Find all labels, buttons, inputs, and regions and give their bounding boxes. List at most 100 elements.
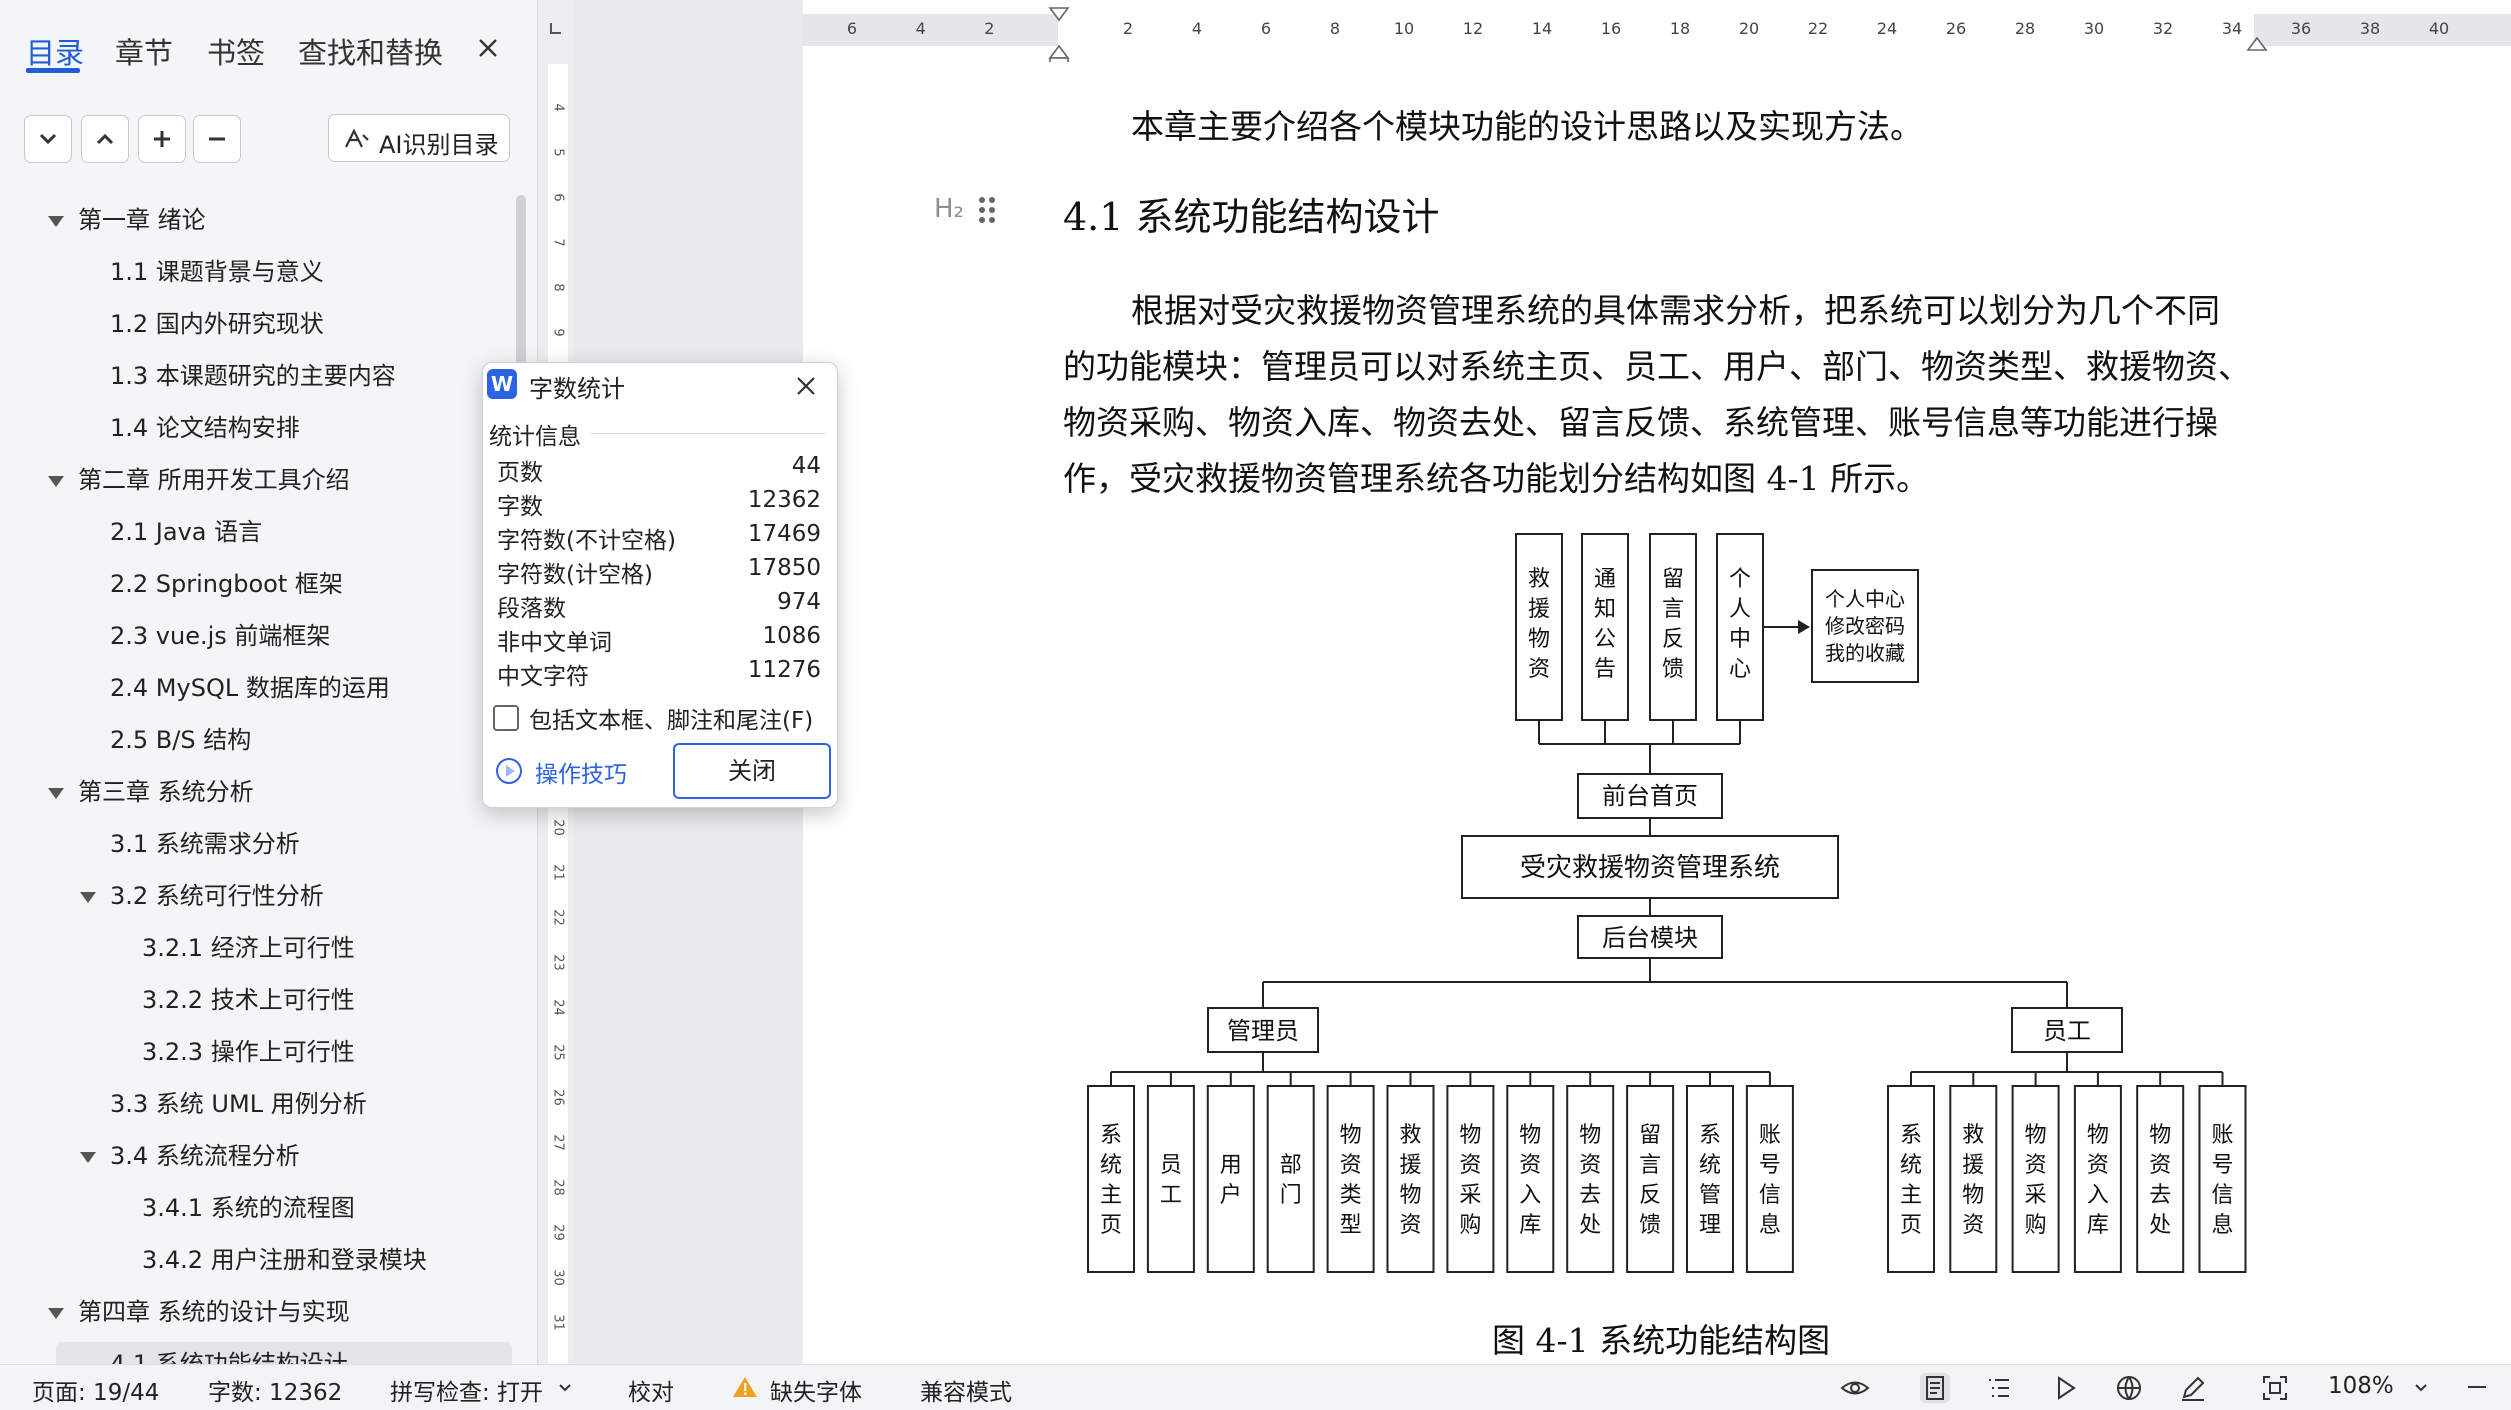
toc-item-label: 3.4.2 用户注册和登录模块: [142, 1246, 427, 1274]
stat-row: 段落数 974: [497, 589, 821, 623]
tab-bookmarks[interactable]: 书签: [207, 30, 265, 72]
toc-item[interactable]: 2.1 Java 语言: [0, 510, 512, 562]
toc-item-label: 1.1 课题背景与意义: [110, 258, 324, 286]
tab-chapters[interactable]: 章节: [115, 30, 173, 72]
ruler-number: 27: [550, 1134, 566, 1151]
pen-icon[interactable]: [2178, 1373, 2208, 1403]
toc-item[interactable]: 第二章 所用开发工具介绍: [0, 458, 512, 510]
toc-item[interactable]: 1.2 国内外研究现状: [0, 302, 512, 354]
toc-item[interactable]: 2.5 B/S 结构: [0, 718, 512, 770]
remove-heading-button[interactable]: [193, 115, 241, 163]
ruler-number: 31: [550, 1314, 566, 1331]
expand-caret-icon[interactable]: [48, 1308, 64, 1319]
toc-item[interactable]: 3.2.2 技术上可行性: [0, 978, 512, 1030]
toc-item-label: 3.2 系统可行性分析: [110, 882, 324, 910]
close-icon[interactable]: [470, 30, 506, 66]
body-line-2: 的功能模块：管理员可以对系统主页、员工、用户、部门、物资类型、救援物资、: [1063, 347, 2251, 386]
outline-view-icon[interactable]: [1984, 1373, 2014, 1403]
page-indicator[interactable]: 页面: 19/44: [32, 1373, 159, 1407]
toc-item-label: 第二章 所用开发工具介绍: [78, 466, 350, 494]
toc-item[interactable]: 3.2 系统可行性分析: [0, 874, 512, 926]
chevron-down-icon[interactable]: [558, 1383, 572, 1393]
right-indent-marker-icon[interactable]: [2246, 30, 2268, 52]
toc-item[interactable]: 第一章 绪论: [0, 198, 512, 250]
toc-item[interactable]: 3.4 系统流程分析: [0, 1134, 512, 1186]
tab-toc[interactable]: 目录: [26, 30, 84, 72]
tab-find-replace[interactable]: 查找和替换: [298, 30, 443, 72]
indent-marker-icon[interactable]: [1048, 6, 1070, 66]
chevron-down-icon[interactable]: [2414, 1383, 2428, 1393]
ruler-number: 6: [550, 193, 566, 202]
compat-mode-label: 兼容模式: [920, 1380, 1012, 1406]
ruler-number: 6: [1260, 19, 1272, 38]
expand-caret-icon[interactable]: [48, 476, 64, 487]
ruler-number: 8: [550, 283, 566, 292]
admin-module-box: [1266, 1085, 1315, 1273]
word-count-indicator[interactable]: 字数: 12362: [208, 1373, 342, 1407]
collapse-all-button[interactable]: [24, 115, 72, 163]
expand-caret-icon[interactable]: [48, 216, 64, 227]
toc-item[interactable]: 3.4.2 用户注册和登录模块: [0, 1238, 512, 1290]
eye-icon[interactable]: [1840, 1373, 1870, 1403]
zoom-out-button[interactable]: [2468, 1386, 2486, 1388]
stat-row: 页数 44: [497, 453, 821, 487]
toc-item[interactable]: 3.2.3 操作上可行性: [0, 1030, 512, 1082]
close-icon[interactable]: [791, 371, 821, 401]
expand-caret-icon[interactable]: [80, 892, 96, 903]
ruler-number: 36: [2290, 19, 2312, 38]
toc-item-label: 3.2.2 技术上可行性: [142, 986, 355, 1014]
toc-item[interactable]: 2.3 vue.js 前端框架: [0, 614, 512, 666]
stat-value: 12362: [747, 487, 821, 513]
play-icon[interactable]: [2050, 1373, 2080, 1403]
include-textbox-label[interactable]: 包括文本框、脚注和尾注(F): [529, 701, 813, 735]
ruler-number: 28: [550, 1179, 566, 1196]
close-button[interactable]: 关闭: [673, 743, 831, 799]
expand-caret-icon[interactable]: [80, 1152, 96, 1163]
stat-label: 字符数(不计空格): [497, 528, 676, 554]
ruler-number: 16: [1600, 19, 1622, 38]
drag-handle-icon[interactable]: [978, 196, 996, 224]
expand-up-button[interactable]: [81, 115, 129, 163]
ruler-corner-icon[interactable]: [548, 20, 564, 36]
toc-item-label: 2.5 B/S 结构: [110, 726, 252, 754]
ruler-number: 18: [1669, 19, 1691, 38]
proofread-button[interactable]: 校对: [628, 1373, 674, 1407]
include-textbox-checkbox[interactable]: [493, 705, 519, 731]
toc-item[interactable]: 1.3 本课题研究的主要内容: [0, 354, 512, 406]
expand-caret-icon[interactable]: [48, 788, 64, 799]
stat-label: 字符数(计空格): [497, 562, 653, 588]
ruler-number: 10: [1393, 19, 1415, 38]
staff-module-box: [2073, 1085, 2122, 1273]
ai-toc-button[interactable]: AI识别目录: [328, 114, 510, 162]
toc-item-current[interactable]: 4.1 系统功能结构设计: [56, 1342, 512, 1364]
page-view-icon[interactable]: [1920, 1373, 1950, 1403]
zoom-level[interactable]: 108%: [2328, 1373, 2394, 1399]
toc-item[interactable]: 1.4 论文结构安排: [0, 406, 512, 458]
stat-label: 非中文单词: [497, 630, 612, 656]
fit-page-icon[interactable]: [2260, 1373, 2290, 1403]
ruler-number: 26: [550, 1089, 566, 1106]
missing-font-button[interactable]: 缺失字体: [770, 1373, 862, 1407]
toc-item[interactable]: 3.4.1 系统的流程图: [0, 1186, 512, 1238]
spell-check-toggle[interactable]: 拼写检查: 打开: [390, 1373, 543, 1407]
toc-item[interactable]: 1.1 课题背景与意义: [0, 250, 512, 302]
personal-center-item: 我的收藏: [1825, 641, 1905, 665]
add-heading-button[interactable]: [138, 115, 186, 163]
admin-module-box: [1146, 1085, 1195, 1273]
toc-item[interactable]: 2.2 Springboot 框架: [0, 562, 512, 614]
toc-item[interactable]: 2.4 MySQL 数据库的运用: [0, 666, 512, 718]
ruler-number: 4: [915, 19, 926, 38]
arrow-head-icon: [1798, 620, 1810, 634]
stat-value: 44: [791, 453, 821, 479]
toc-item-label: 第四章 系统的设计与实现: [78, 1298, 350, 1326]
toc-item[interactable]: 3.3 系统 UML 用例分析: [0, 1082, 512, 1134]
toc-item[interactable]: 3.1 系统需求分析: [0, 822, 512, 874]
ruler-number: 30: [550, 1269, 566, 1286]
stat-value: 17850: [747, 555, 821, 581]
toc-item[interactable]: 3.2.1 经济上可行性: [0, 926, 512, 978]
plus-icon: [154, 131, 170, 147]
toc-item[interactable]: 第四章 系统的设计与实现: [0, 1290, 512, 1342]
heading-level-marker: H₂: [934, 194, 964, 224]
toc-item[interactable]: 第三章 系统分析: [0, 770, 512, 822]
web-view-icon[interactable]: [2114, 1373, 2144, 1403]
